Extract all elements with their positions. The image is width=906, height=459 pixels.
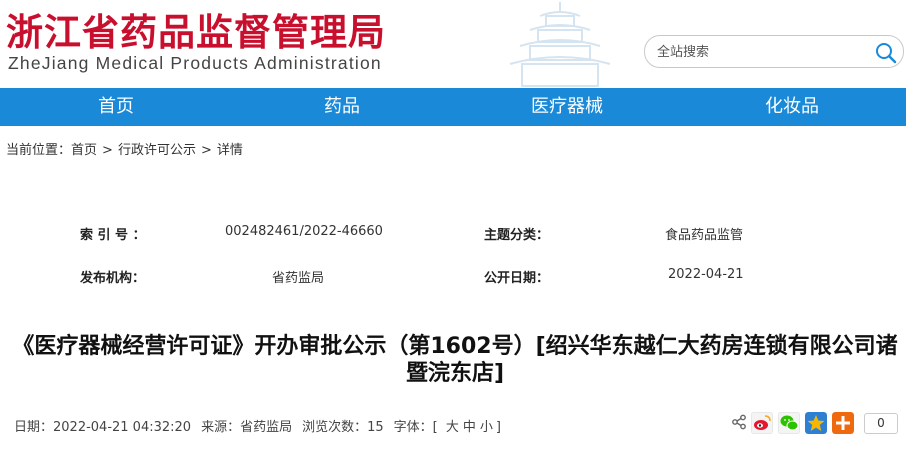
pagoda-watermark-icon (509, 2, 611, 87)
publish-date: 日期：2022-04-21 04:32:20 (14, 420, 192, 435)
main-nav: 首页 药品 医疗器械 化妆品 (0, 88, 906, 126)
search-box (644, 35, 904, 68)
breadcrumb-item-current: 详情 (216, 143, 243, 158)
search-icon[interactable] (875, 42, 897, 64)
article-source: 来源：省药监局 (201, 420, 293, 435)
share-icon (732, 414, 746, 430)
share-count: 0 (864, 413, 898, 434)
nav-item-home[interactable]: 首页 (56, 88, 176, 126)
font-size-large[interactable]: 大 (446, 420, 459, 435)
meta-publisher-value: 省药监局 (272, 271, 325, 286)
qzone-icon[interactable] (805, 412, 827, 434)
meta-date-value: 2022-04-21 (668, 267, 744, 282)
more-share-icon[interactable] (832, 412, 854, 434)
nav-item-drugs[interactable]: 药品 (282, 88, 402, 126)
nav-item-medical-devices[interactable]: 医疗器械 (507, 88, 627, 126)
font-size-close: ] (495, 420, 501, 435)
font-size-label: 字体：[ (393, 420, 438, 435)
meta-date-label: 公开日期： (484, 271, 550, 286)
breadcrumb-item-licensing[interactable]: 行政许可公示 (118, 139, 196, 158)
nav-item-cosmetics[interactable]: 化妆品 (732, 88, 852, 126)
breadcrumb-separator: > (102, 143, 113, 158)
article-title: 《医疗器械经营许可证》开办审批公示（第1602号）[绍兴华东越仁大药房连锁有限公… (12, 334, 898, 386)
article-info: 日期：2022-04-21 04:32:20 来源：省药监局 浏览次数：15 字体：[… (14, 416, 501, 435)
breadcrumb-separator: > (200, 143, 212, 158)
site-logo-english: ZheJiang Medical Products Administration (8, 53, 382, 73)
font-size-small[interactable]: 小 (480, 420, 493, 435)
breadcrumb: 当前位置：首页 > 行政许可公示 > 详情 (6, 139, 243, 158)
meta-index-label: 索 引 号 ： (80, 228, 146, 243)
meta-topic-label: 主题分类： (484, 228, 550, 243)
breadcrumb-item-home[interactable]: 首页 (71, 139, 97, 158)
wechat-icon[interactable] (778, 412, 800, 434)
breadcrumb-prefix: 当前位置： (6, 143, 72, 158)
search-input[interactable] (657, 42, 857, 62)
weibo-icon[interactable] (751, 412, 773, 434)
meta-publisher-label: 发布机构： (80, 271, 146, 286)
font-size-medium[interactable]: 中 (463, 420, 476, 435)
site-header: 浙江省药品监督管理局 ZheJiang Medical Products Adm… (0, 0, 906, 88)
meta-topic-value: 食品药品监管 (665, 228, 744, 243)
meta-index-value: 002482461/2022-46660 (225, 224, 383, 239)
view-count: 浏览次数：15 (302, 420, 384, 435)
site-logo-chinese[interactable]: 浙江省药品监督管理局 (6, 10, 386, 54)
